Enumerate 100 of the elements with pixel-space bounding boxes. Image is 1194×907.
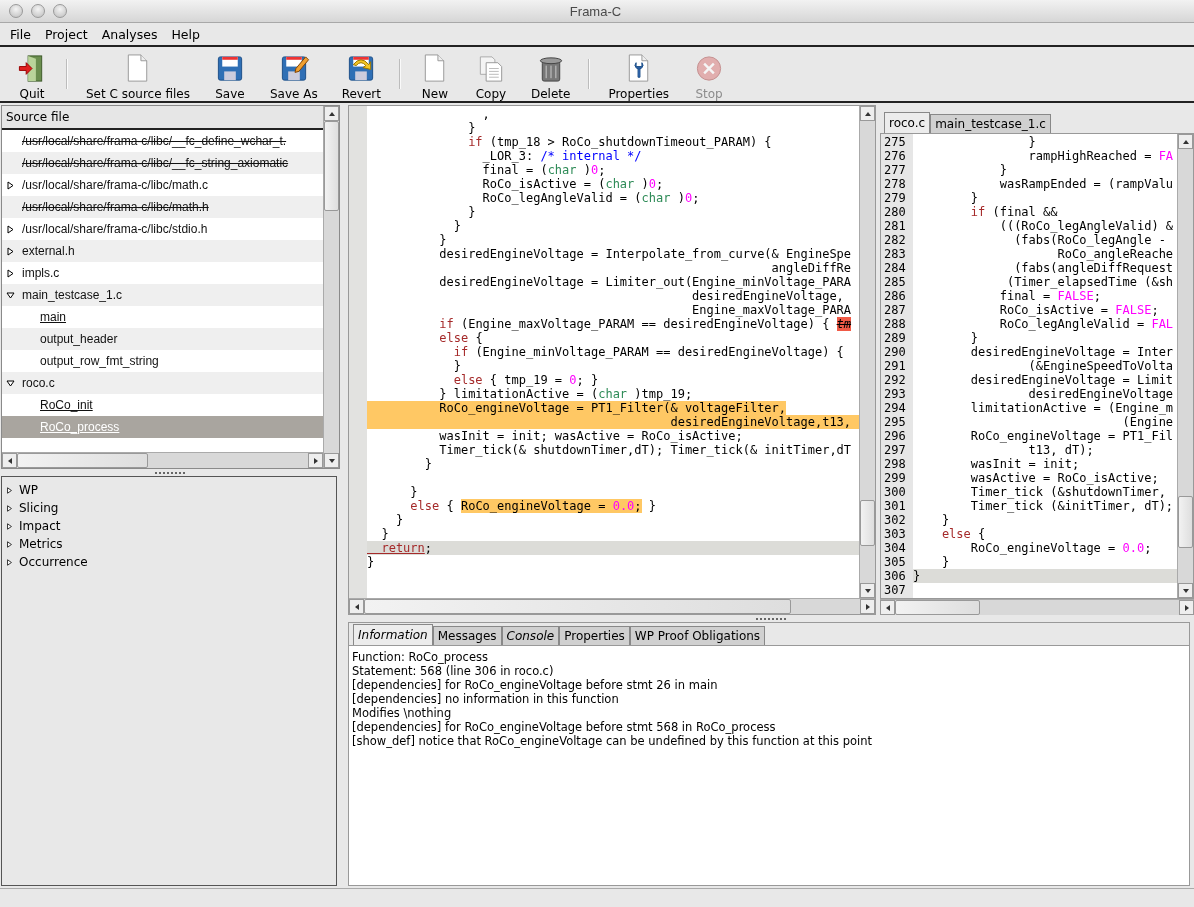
scroll-thumb[interactable] <box>860 499 875 546</box>
scroll-thumb[interactable] <box>1178 496 1193 549</box>
down-arrow-icon[interactable] <box>1181 586 1190 595</box>
code-line: } <box>452 219 462 233</box>
splitter-grip[interactable] <box>155 471 185 474</box>
code-line: else { <box>438 331 484 345</box>
horizontal-scrollbar[interactable] <box>2 452 323 468</box>
code-line: final = FALSE; <box>998 289 1102 303</box>
toolbar-button[interactable]: New <box>406 47 463 101</box>
code-line: (fabs(RoCo_legAngle - <box>1013 233 1167 247</box>
source-file-item[interactable]: /usr/local/share/frama-c/libc/__fc_define_wchar_t. <box>22 134 287 148</box>
horizontal-scrollbar[interactable] <box>880 599 1194 615</box>
file-tab[interactable]: roco.c <box>884 112 931 133</box>
menu-item[interactable]: Analyses <box>95 24 164 44</box>
code-line: desiredEngineVoltage = Limiter_out(Engine_minVoltage_PARA <box>438 275 853 289</box>
code-line: desiredEngineVoltage = Limit <box>969 373 1175 387</box>
panel-tab[interactable]: WP Proof Obligations <box>629 626 766 645</box>
plugin-item[interactable]: Metrics <box>19 537 63 551</box>
toolbar-button[interactable]: Revert <box>329 47 393 101</box>
line-number: 287 <box>883 303 907 317</box>
panel-tab[interactable]: Messages <box>432 626 502 645</box>
code-line: else { tmp_19 = 0; } <box>452 373 600 387</box>
right-arrow-icon[interactable] <box>863 602 872 611</box>
down-arrow-icon[interactable] <box>863 586 872 595</box>
column-header[interactable]: Source file <box>2 106 323 130</box>
line-number: 298 <box>883 457 907 471</box>
source-file-item[interactable]: external.h <box>22 244 75 258</box>
information-line: [dependencies] no information in this function <box>352 692 620 706</box>
plugin-item[interactable]: WP <box>19 483 39 497</box>
code-line: RoCo_legAngleValid = (char )0; <box>481 191 701 205</box>
collapsed-triangle-icon[interactable] <box>6 268 15 278</box>
horizontal-scrollbar[interactable] <box>349 598 875 614</box>
function-item[interactable]: output_row_fmt_string <box>40 354 159 368</box>
source-file-item[interactable]: /usr/local/share/frama-c/libc/stdio.h <box>22 222 208 236</box>
line-number: 280 <box>883 205 907 219</box>
code-line: (((RoCo_legAngleValid) & <box>998 219 1175 233</box>
code-line: } limitationActive = (char )tmp_19; <box>438 387 694 401</box>
menu-item[interactable]: Project <box>38 24 94 44</box>
line-number: 294 <box>883 401 907 415</box>
line-number: 288 <box>883 317 907 331</box>
code-line: (fabs(angleDiffRequest <box>1013 261 1175 275</box>
collapsed-triangle-icon[interactable] <box>6 180 15 190</box>
plugin-item[interactable]: Occurrence <box>19 555 88 569</box>
line-number: 290 <box>883 345 907 359</box>
panel-tab[interactable]: Information <box>353 624 433 645</box>
toolbar-button[interactable]: Set C source files <box>74 47 202 101</box>
code-line: limitationActive = (Engine_m <box>969 401 1175 415</box>
function-item[interactable]: output_header <box>40 332 118 346</box>
splitter-grip[interactable] <box>756 617 786 620</box>
line-number: 284 <box>883 261 907 275</box>
toolbar-button[interactable]: Save <box>201 47 258 101</box>
scroll-thumb[interactable] <box>895 600 981 615</box>
line-number: 283 <box>883 247 907 261</box>
scroll-thumb[interactable] <box>364 599 791 614</box>
scroll-thumb[interactable] <box>17 453 148 468</box>
code-line: rampHighReached = FA <box>1027 149 1175 163</box>
vertical-scrollbar[interactable] <box>1177 134 1193 598</box>
right-arrow-icon[interactable] <box>1182 603 1191 612</box>
function-item[interactable]: main <box>40 310 66 324</box>
code-line: t13, dT); <box>1027 443 1095 457</box>
line-number: 286 <box>883 289 907 303</box>
file-tab[interactable]: main_testcase_1.c <box>930 114 1051 133</box>
function-item[interactable]: RoCo_init <box>40 398 93 412</box>
collapsed-triangle-icon[interactable] <box>6 246 15 256</box>
vertical-scrollbar[interactable] <box>859 106 875 598</box>
source-file-item[interactable]: impls.c <box>22 266 60 280</box>
code-line: } <box>452 359 462 373</box>
code-line: if (Engine_maxVoltage_PARAM == desiredEngineVoltage) { tm <box>438 317 853 331</box>
code-line: RoCo_engineVoltage = PT1_Fil <box>969 429 1175 443</box>
plugin-item[interactable]: Slicing <box>19 501 59 515</box>
line-number: 297 <box>883 443 907 457</box>
expanded-triangle-icon[interactable] <box>6 378 15 388</box>
toolbar-button[interactable]: Properties <box>596 47 682 101</box>
toolbar-button[interactable]: Quit <box>4 47 60 101</box>
down-arrow-icon[interactable] <box>327 456 336 465</box>
code-line: desiredEngineVoltage = Inter <box>969 345 1175 359</box>
code-line: Timer_tick (&shutdownTimer, <box>969 485 1167 499</box>
source-file-item[interactable]: roco.c <box>22 376 55 390</box>
menu-item[interactable]: Help <box>165 24 206 44</box>
source-file-item[interactable]: /usr/local/share/frama-c/libc/math.c <box>22 178 209 192</box>
code-line: desiredEngineVoltage = Interpolate_from_curve(& EngineSpe <box>438 247 853 261</box>
code-line: else { <box>940 527 987 541</box>
panel-tab[interactable]: Properties <box>559 626 630 645</box>
toolbar-button[interactable]: Save As <box>257 47 330 101</box>
code-line: } <box>969 331 980 345</box>
panel-tab[interactable]: Console <box>501 626 560 645</box>
line-number: 292 <box>883 373 907 387</box>
toolbar-button[interactable]: Delete <box>518 47 583 101</box>
toolbar-button[interactable]: Copy <box>462 47 519 101</box>
expanded-triangle-icon[interactable] <box>6 290 15 300</box>
code-line: desiredEngineVoltage, <box>691 289 845 303</box>
scroll-thumb[interactable] <box>324 121 339 211</box>
plugin-item[interactable]: Impact <box>19 519 61 533</box>
code-line: } <box>467 121 477 135</box>
menu-item[interactable]: File <box>4 24 37 44</box>
code-line: wasRampEnded = (rampValu <box>998 177 1175 191</box>
vertical-scrollbar[interactable] <box>323 106 339 468</box>
window-title: Frama-C <box>568 3 623 19</box>
collapsed-triangle-icon[interactable] <box>6 224 15 234</box>
right-arrow-icon[interactable] <box>311 456 320 465</box>
